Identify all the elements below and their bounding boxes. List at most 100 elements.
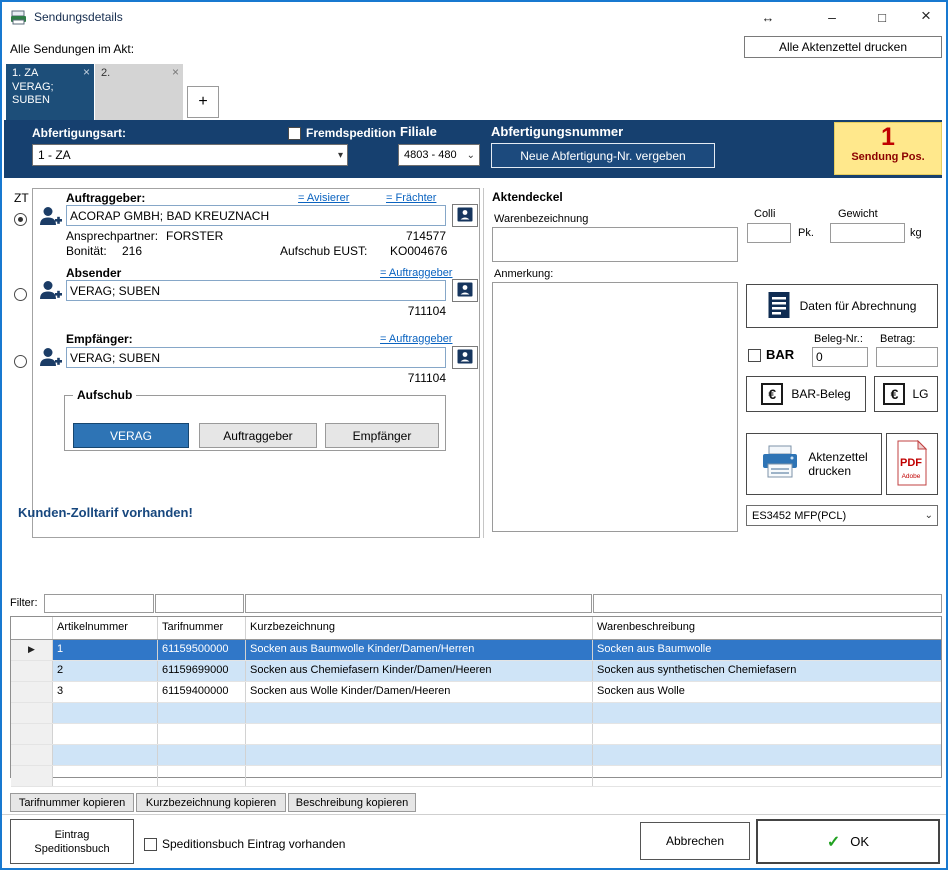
- sendung-pos-panel: 1 Sendung Pos.: [834, 122, 942, 175]
- aktenzettel-label-2: drucken: [808, 464, 867, 478]
- footer-divider: [2, 814, 946, 815]
- table-row[interactable]: 3 61159400000 Socken aus Wolle Kinder/Da…: [11, 682, 941, 703]
- table-row-empty[interactable]: [11, 703, 941, 724]
- copy-kurzbezeichnung-label: Kurzbezeichnung kopieren: [146, 797, 276, 809]
- aktenzettel-drucken-button[interactable]: Aktenzettel drucken: [746, 433, 882, 495]
- tab-sendung-1[interactable]: 1. ZA VERAG; SUBEN ×: [6, 64, 94, 120]
- grid-header-tarifnummer[interactable]: Tarifnummer: [158, 617, 246, 639]
- empfaenger-auftraggeber-link[interactable]: = Auftraggeber: [380, 333, 452, 345]
- gewicht-input[interactable]: [830, 223, 905, 243]
- cancel-button[interactable]: Abbrechen: [640, 822, 750, 860]
- row-gutter: [11, 745, 53, 765]
- filiale-label: Filiale: [400, 124, 437, 139]
- absender-radio[interactable]: [14, 288, 27, 301]
- table-row[interactable]: 2 61159699000 Socken aus Chemiefasern Ki…: [11, 661, 941, 682]
- pdf-icon: PDF Adobe: [895, 440, 929, 489]
- betrag-input[interactable]: [876, 347, 938, 367]
- filter-kurzbezeichnung-input[interactable]: [245, 594, 592, 613]
- abrechnung-list-icon: [768, 291, 790, 322]
- maximize-icon[interactable]: □: [868, 6, 896, 28]
- table-row-empty[interactable]: [11, 766, 941, 787]
- copy-beschreibung-label: Beschreibung kopieren: [296, 797, 409, 809]
- row-gutter: [11, 724, 53, 744]
- auftraggeber-input[interactable]: [66, 205, 446, 226]
- aufschub-verag-label: VERAG: [110, 429, 152, 443]
- lg-button[interactable]: € LG: [874, 376, 938, 412]
- absender-number: 711104: [404, 304, 446, 318]
- sendung-pos-value: 1: [835, 123, 941, 151]
- warenbezeichnung-input[interactable]: [492, 227, 738, 262]
- anmerkung-textarea[interactable]: [492, 282, 738, 532]
- abfertigungsart-dropdown[interactable]: 1 - ZA ▾: [32, 144, 348, 166]
- colli-label: Colli: [754, 208, 775, 220]
- aufschub-auftraggeber-label: Auftraggeber: [223, 429, 292, 443]
- copy-beschreibung-button[interactable]: Beschreibung kopieren: [288, 793, 416, 812]
- copy-kurzbezeichnung-button[interactable]: Kurzbezeichnung kopieren: [136, 793, 286, 812]
- absender-auftraggeber-link[interactable]: = Auftraggeber: [380, 267, 452, 279]
- print-all-aktenzettel-button[interactable]: Alle Aktenzettel drucken: [744, 36, 942, 58]
- empfaenger-contact-button[interactable]: [452, 346, 478, 369]
- filter-tarifnummer-input[interactable]: [155, 594, 244, 613]
- beleg-nr-label: Beleg-Nr.:: [814, 333, 863, 345]
- grid-header-row: Artikelnummer Tarifnummer Kurzbezeichnun…: [11, 617, 941, 640]
- absender-contact-button[interactable]: [452, 279, 478, 302]
- tab-sendung-2[interactable]: 2. ×: [95, 64, 183, 120]
- check-icon: ✓: [827, 832, 840, 852]
- daten-abrechnung-button[interactable]: Daten für Abrechnung: [746, 284, 938, 328]
- beleg-nr-input[interactable]: [812, 347, 868, 367]
- sendung-pos-label: Sendung Pos.: [835, 151, 941, 163]
- abfertigungsart-label: Abfertigungsart:: [32, 126, 126, 140]
- neue-abfertigungsnummer-button[interactable]: Neue Abfertigung-Nr. vergeben: [491, 143, 715, 168]
- fraechter-link[interactable]: = Frächter: [386, 192, 436, 204]
- table-row-empty[interactable]: [11, 724, 941, 745]
- resize-icon[interactable]: ↔: [754, 6, 782, 28]
- pdf-export-button[interactable]: PDF Adobe: [886, 433, 938, 495]
- grid-header-gutter: [11, 617, 53, 639]
- filiale-dropdown[interactable]: 4803 - 480 ⌄: [398, 144, 480, 166]
- euro-icon: €: [883, 383, 905, 405]
- cell-warenbeschreibung: Socken aus Baumwolle: [593, 640, 941, 660]
- anmerkung-label: Anmerkung:: [494, 268, 553, 280]
- parties-panel: ZT Auftraggeber: = Avisierer = Frächter …: [2, 178, 484, 547]
- table-row-empty[interactable]: [11, 745, 941, 766]
- grid-header-warenbeschreibung[interactable]: Warenbeschreibung: [593, 617, 941, 639]
- grid-header-kurzbezeichnung[interactable]: Kurzbezeichnung: [246, 617, 593, 639]
- speditionsbuch-button[interactable]: Eintrag Speditionsbuch: [10, 819, 134, 864]
- aufschub-group-label: Aufschub: [73, 388, 136, 402]
- bar-checkbox[interactable]: [748, 349, 761, 362]
- add-tab-button[interactable]: +: [187, 86, 219, 118]
- empfaenger-input[interactable]: [66, 347, 446, 368]
- aufschub-auftraggeber-button[interactable]: Auftraggeber: [199, 423, 317, 448]
- bar-label: BAR: [766, 347, 794, 362]
- auftraggeber-contact-button[interactable]: [452, 204, 478, 227]
- minimize-icon[interactable]: –: [818, 6, 846, 28]
- grid-header-artikelnummer[interactable]: Artikelnummer: [53, 617, 158, 639]
- bar-beleg-button[interactable]: € BAR-Beleg: [746, 376, 866, 412]
- tab1-close-icon[interactable]: ×: [83, 65, 90, 79]
- absender-input[interactable]: [66, 280, 446, 301]
- empfaenger-radio[interactable]: [14, 355, 27, 368]
- abfertigungsnummer-label: Abfertigungsnummer: [491, 124, 623, 139]
- ansprechpartner-label: Ansprechpartner:: [66, 229, 158, 243]
- colli-input[interactable]: [747, 223, 791, 243]
- close-icon[interactable]: ×: [912, 5, 940, 27]
- warenbezeichnung-label: Warenbezeichnung: [494, 213, 588, 225]
- avisierer-link[interactable]: = Avisierer: [298, 192, 349, 204]
- ok-button[interactable]: ✓ OK: [756, 819, 940, 864]
- speditionsbuch-checkbox[interactable]: [144, 838, 157, 851]
- tab2-close-icon[interactable]: ×: [172, 65, 179, 79]
- copy-tarifnummer-button[interactable]: Tarifnummer kopieren: [10, 793, 134, 812]
- aufschub-empfaenger-button[interactable]: Empfänger: [325, 423, 439, 448]
- table-row[interactable]: ▶ 1 61159500000 Socken aus Baumwolle Kin…: [11, 640, 941, 661]
- cell-artikelnummer: 1: [53, 640, 158, 660]
- fremdspedition-checkbox[interactable]: [288, 127, 301, 140]
- printer-select[interactable]: ES3452 MFP(PCL) ⌄: [746, 505, 938, 526]
- pk-label: Pk.: [798, 227, 814, 239]
- filter-warenbeschreibung-input[interactable]: [593, 594, 942, 613]
- pdf-icon-label: PDF: [900, 457, 922, 469]
- aufschub-verag-button[interactable]: VERAG: [73, 423, 189, 448]
- copy-tarifnummer-label: Tarifnummer kopieren: [19, 797, 125, 809]
- right-controls: Colli Pk. Gewicht kg Daten für Abrechnun…: [742, 178, 942, 542]
- auftraggeber-radio[interactable]: [14, 213, 27, 226]
- filter-artikelnummer-input[interactable]: [44, 594, 154, 613]
